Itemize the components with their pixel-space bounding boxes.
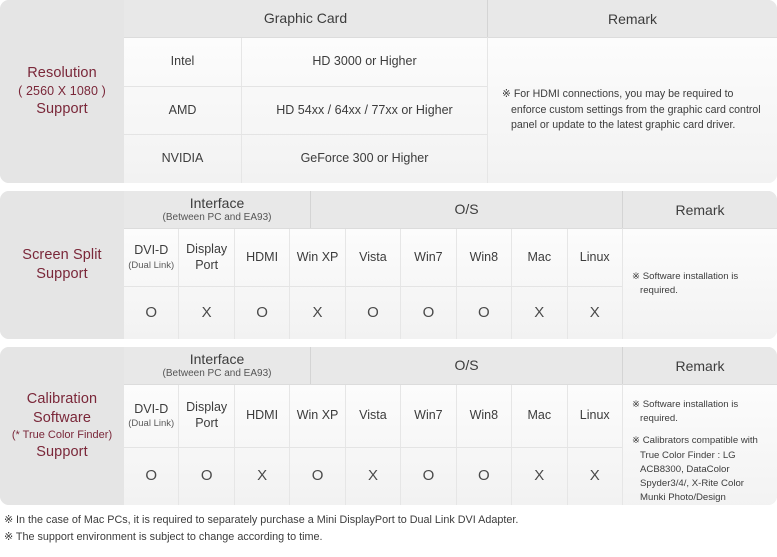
col-header-vista: Vista <box>344 385 400 447</box>
support-value-displayport: O <box>178 448 233 505</box>
support-value-vista: X <box>344 448 400 505</box>
cell-spec: GeForce 300 or Higher <box>241 135 487 183</box>
screen-split-support-table: Screen Split Support Interface (Between … <box>0 191 777 339</box>
group-header-interface-sub: (Between PC and EA93) <box>162 368 272 380</box>
remark-header: Remark <box>622 347 777 384</box>
col-header-dvid: DVI-D (Dual Link) <box>128 401 175 430</box>
remark-note: ※ For HDMI connections, you may be requi… <box>502 87 761 132</box>
col-header-win7: Win7 <box>400 229 455 286</box>
support-value-displayport: X <box>178 287 233 339</box>
col-header-win8: Win8 <box>455 385 511 447</box>
support-value-hdmi: X <box>233 448 289 505</box>
col-header-vista: Vista <box>344 229 400 286</box>
col-header-mac: Mac <box>511 385 566 447</box>
col-header-displayport: Display Port <box>178 385 233 447</box>
row-label-line2: ( 2560 X 1080 ) <box>18 84 106 99</box>
row-label-resolution: Resolution ( 2560 X 1080 ) Support <box>0 0 124 183</box>
row-label-line1: Resolution <box>27 64 97 81</box>
support-value-dvid: O <box>145 467 158 485</box>
remark-header: Remark <box>622 191 777 228</box>
remark-column-calibration: Remark ※ Software installation is requir… <box>622 347 777 505</box>
remark-note: ※ Software installation is required. <box>632 270 739 296</box>
col-header-linux: Linux <box>566 229 622 286</box>
col-header-hdmi: HDMI <box>233 385 289 447</box>
support-value-row: O O X O X O O X X <box>124 447 622 505</box>
remark-column-resolution: Remark ※ For HDMI connections, you may b… <box>487 0 777 183</box>
remark-note: ※ Calibrators compatible with True Color… <box>632 435 758 504</box>
remark-body: ※ Software installation is required. ※ C… <box>622 384 777 505</box>
cell-vendor: NVIDIA <box>161 151 204 166</box>
row-label-line3: (* True Color Finder) <box>11 429 113 442</box>
remark-header: Remark <box>487 0 777 37</box>
cell-vendor: AMD <box>168 102 197 117</box>
row-label-line2: Software <box>32 410 92 427</box>
support-value-mac: X <box>511 287 566 339</box>
col-header-win8: Win8 <box>455 229 511 286</box>
cell-spec: HD 54xx / 64xx / 77xx or Higher <box>241 86 487 135</box>
support-value-hdmi: O <box>233 287 289 339</box>
calibration-grid: Interface (Between PC and EA93) O/S DVI-… <box>124 347 622 505</box>
col-header-displayport: Display Port <box>178 229 233 286</box>
table-row: NVIDIA GeForce 300 or Higher <box>124 134 487 183</box>
column-header-row: DVI-D (Dual Link) Display Port HDMI Win … <box>124 229 622 286</box>
resolution-grid: Graphic Card Intel HD 3000 or Higher AMD… <box>124 0 487 183</box>
support-value-row: O X O X O O O X X <box>124 286 622 339</box>
col-header-dvid: DVI-D (Dual Link) <box>128 243 175 271</box>
resolution-group-header-row: Graphic Card <box>124 0 487 37</box>
remark-body: ※ Software installation is required. <box>622 228 777 339</box>
row-label-line1: Calibration <box>26 390 98 407</box>
support-value-win8: O <box>455 448 511 505</box>
col-header-linux: Linux <box>566 385 622 447</box>
row-label-line3: Support <box>36 100 88 117</box>
col-header-win7: Win7 <box>400 385 455 447</box>
group-header-os: O/S <box>310 347 622 384</box>
group-header-os: O/S <box>310 191 622 228</box>
group-header-interface: Interface (Between PC and EA93) <box>162 194 272 224</box>
footnote-mac-adapter: ※ In the case of Mac PCs, it is required… <box>4 514 519 526</box>
cell-spec: HD 3000 or Higher <box>241 38 487 86</box>
spec-compatibility-page: Resolution ( 2560 X 1080 ) Support Graph… <box>0 0 777 557</box>
col-header-winxp: Win XP <box>289 229 344 286</box>
calibration-body: DVI-D (Dual Link) Display Port HDMI Win … <box>124 384 622 505</box>
screen-split-grid: Interface (Between PC and EA93) O/S DVI-… <box>124 191 622 339</box>
calibration-software-support-table: Calibration Software (* True Color Finde… <box>0 347 777 505</box>
table-row: Intel HD 3000 or Higher <box>124 38 487 86</box>
group-header-graphic-card: Graphic Card <box>263 10 348 27</box>
col-header-winxp: Win XP <box>289 385 344 447</box>
group-header-interface: Interface (Between PC and EA93) <box>162 350 272 380</box>
calibration-group-header-row: Interface (Between PC and EA93) O/S <box>124 347 622 384</box>
resolution-body: Intel HD 3000 or Higher AMD HD 54xx / 64… <box>124 37 487 183</box>
support-value-linux: X <box>566 287 622 339</box>
footnote-support-environment: ※ The support environment is subject to … <box>4 530 323 543</box>
remark-note: ※ Software installation is required. <box>632 399 739 425</box>
remark-column-screen-split: Remark ※ Software installation is requir… <box>622 191 777 339</box>
remark-body: ※ For HDMI connections, you may be requi… <box>487 37 777 183</box>
support-value-win8: O <box>455 287 511 339</box>
support-value-winxp: O <box>289 448 344 505</box>
row-label-line4: Support <box>36 443 88 460</box>
col-header-mac: Mac <box>511 229 566 286</box>
table-row: AMD HD 54xx / 64xx / 77xx or Higher <box>124 85 487 135</box>
row-label-line2: Support <box>36 266 88 282</box>
support-value-dvid: O <box>145 303 158 321</box>
screen-split-body: DVI-D (Dual Link) Display Port HDMI Win … <box>124 228 622 339</box>
support-value-win7: O <box>400 448 455 505</box>
footnotes: ※ In the case of Mac PCs, it is required… <box>4 512 774 545</box>
cell-vendor: Intel <box>170 54 195 69</box>
support-value-mac: X <box>511 448 566 505</box>
resolution-support-table: Resolution ( 2560 X 1080 ) Support Graph… <box>0 0 777 183</box>
column-header-row: DVI-D (Dual Link) Display Port HDMI Win … <box>124 385 622 447</box>
row-label-calibration: Calibration Software (* True Color Finde… <box>0 347 124 505</box>
group-header-interface-sub: (Between PC and EA93) <box>162 212 272 224</box>
support-value-vista: O <box>344 287 400 339</box>
support-value-win7: O <box>400 287 455 339</box>
support-value-winxp: X <box>289 287 344 339</box>
screen-split-group-header-row: Interface (Between PC and EA93) O/S <box>124 191 622 228</box>
col-header-hdmi: HDMI <box>233 229 289 286</box>
support-value-linux: X <box>566 448 622 505</box>
row-label-line1: Screen Split <box>22 246 102 263</box>
row-label-screen-split: Screen Split Support <box>0 191 124 339</box>
